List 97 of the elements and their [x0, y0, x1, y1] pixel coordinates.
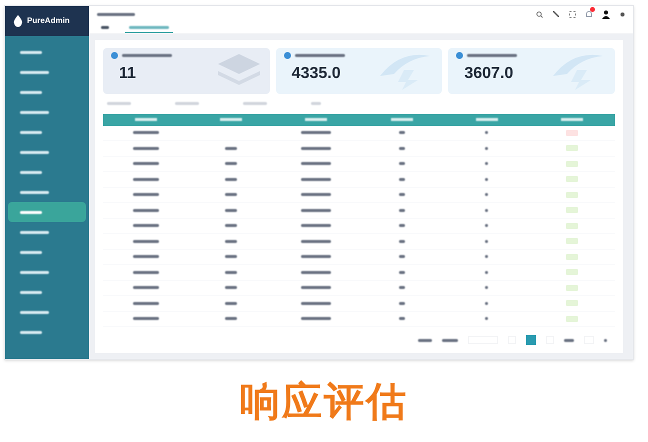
blurred-text — [301, 162, 332, 166]
blurred-text — [122, 54, 172, 56]
caption: 响应评估 — [240, 382, 408, 422]
blurred-text — [398, 178, 405, 181]
column-header — [476, 118, 498, 121]
blurred-text — [398, 317, 405, 320]
blurred-text — [224, 286, 237, 290]
blurred-text — [107, 102, 131, 105]
blurred-text — [132, 146, 159, 150]
blurred-text — [243, 102, 267, 105]
blurred-text — [224, 208, 237, 212]
blurred-text — [398, 193, 405, 196]
blurred-text — [301, 224, 332, 228]
blurred-text — [467, 54, 518, 56]
sidebar-item[interactable] — [8, 202, 86, 222]
blurred-text — [398, 146, 405, 150]
blurred-text — [175, 102, 199, 105]
brand-name: PureAdmin — [27, 15, 70, 27]
column-header — [561, 118, 584, 121]
blurred-text — [301, 317, 332, 320]
info-icon — [284, 52, 291, 58]
blurred-text — [301, 302, 332, 305]
drop-logo-icon — [13, 15, 23, 27]
blurred-text — [132, 270, 159, 274]
blurred-text — [398, 286, 405, 290]
blurred-text — [224, 240, 237, 243]
blurred-text — [398, 208, 405, 212]
blurred-text — [301, 208, 332, 212]
blurred-text — [301, 240, 332, 243]
blurred-text — [311, 102, 321, 105]
stat-value: 11 — [118, 64, 137, 84]
blurred-text — [132, 178, 159, 181]
blurred-text — [485, 224, 488, 228]
blurred-text — [132, 193, 159, 196]
blurred-text — [301, 286, 332, 290]
blurred-text — [398, 162, 405, 166]
blurred-text — [398, 240, 405, 243]
blurred-text — [485, 146, 488, 150]
blurred-text — [132, 286, 159, 290]
stat-value: 3607.0 — [463, 64, 514, 84]
blurred-text — [301, 146, 332, 150]
blurred-text — [132, 162, 159, 166]
stat-value: 4335.0 — [290, 64, 342, 84]
blurred-text — [485, 178, 488, 181]
blurred-text — [301, 178, 332, 181]
blurred-text — [442, 338, 458, 342]
blurred-text — [224, 270, 237, 274]
blurred-text — [301, 193, 332, 196]
blurred-text — [301, 131, 332, 134]
fullscreen-icon[interactable] — [569, 10, 576, 18]
blurred-text — [398, 255, 405, 258]
blurred-text — [604, 338, 607, 342]
settings-icon[interactable] — [620, 12, 625, 17]
blurred-text — [564, 338, 574, 342]
user-avatar-icon[interactable] — [602, 10, 610, 19]
info-icon — [456, 52, 464, 58]
blurred-text — [132, 302, 159, 305]
column-header — [220, 118, 242, 121]
pen-icon[interactable] — [553, 11, 559, 18]
blurred-text — [132, 317, 159, 320]
blurred-text — [224, 317, 237, 320]
blurred-text — [398, 270, 405, 274]
search-icon[interactable] — [536, 10, 543, 18]
blurred-text — [485, 270, 488, 274]
blurred-text — [224, 302, 237, 305]
blurred-text — [398, 302, 405, 305]
blurred-text — [132, 208, 159, 212]
blurred-text — [485, 240, 488, 243]
blurred-text — [485, 131, 488, 134]
column-header — [390, 118, 413, 121]
blurred-text — [485, 208, 488, 212]
blurred-text — [418, 338, 432, 342]
blurred-text — [301, 255, 332, 258]
blurred-text — [485, 193, 488, 196]
blurred-text — [485, 162, 488, 166]
blurred-text — [224, 193, 237, 196]
blurred-text — [132, 240, 159, 243]
blurred-text — [485, 255, 488, 258]
blurred-text — [398, 131, 405, 134]
blurred-text — [294, 54, 345, 56]
blurred-text — [485, 286, 488, 290]
blurred-text — [224, 146, 237, 150]
blurred-text — [132, 224, 159, 228]
blurred-text — [485, 302, 488, 305]
blurred-text — [485, 317, 488, 320]
blurred-text — [97, 12, 135, 16]
blurred-text — [224, 162, 237, 166]
blurred-text — [224, 224, 237, 228]
blurred-text — [398, 224, 405, 228]
column-header — [305, 118, 328, 121]
info-icon — [111, 52, 118, 58]
blurred-text — [224, 178, 237, 181]
column-header — [134, 118, 157, 121]
blurred-text — [132, 131, 159, 134]
blurred-text — [224, 255, 237, 258]
blurred-text — [132, 255, 159, 258]
blurred-text — [301, 270, 332, 274]
